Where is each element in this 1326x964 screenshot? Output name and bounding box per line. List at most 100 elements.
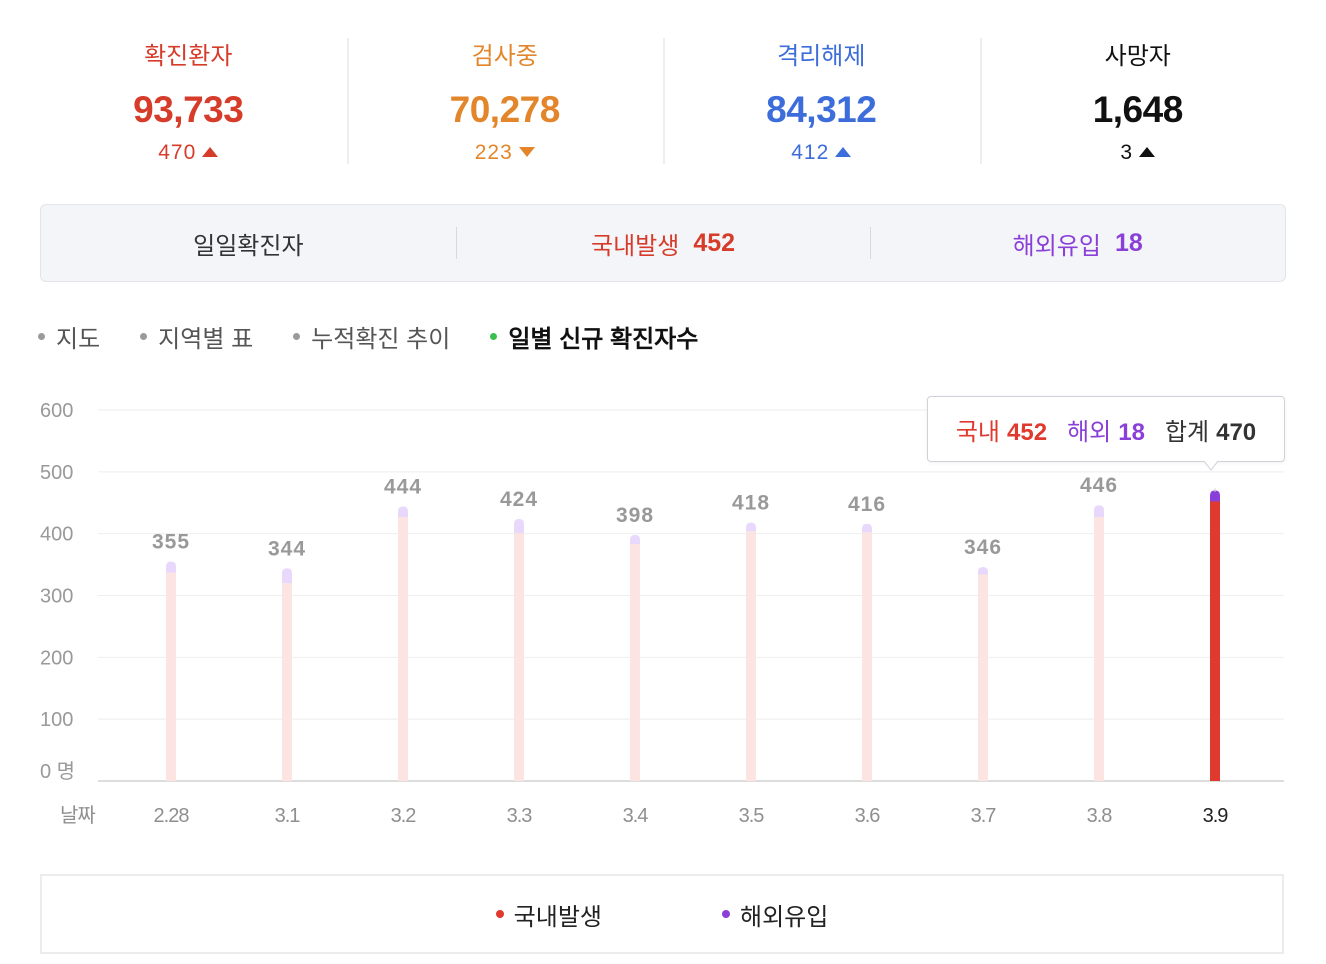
triangle-up-icon [202,147,219,157]
daily-overseas-label: 해외유입 [1012,232,1101,260]
view-tabs: 지도 지역별 표 누적확진 추이 일별 신규 확진자수 [38,318,738,354]
bullet-icon [490,332,498,340]
bar-domestic [1094,516,1104,781]
y-tick-label: 300 [40,586,73,608]
tab-map[interactable]: 지도 [38,319,100,354]
bar-overseas [1094,505,1104,517]
stat-confirmed-value: 93,733 [133,89,244,130]
x-tick-label: 3.6 [855,805,881,827]
tab-region-table[interactable]: 지역별 표 [140,319,253,354]
bar-domestic [166,572,176,781]
stat-testing-delta: 223 [347,140,664,166]
bar-value-label: 355 [152,530,190,553]
bar-value-label: 444 [384,475,422,498]
bullet-icon [38,332,45,340]
bar-overseas [282,568,292,584]
tab-cumulative-trend[interactable]: 누적확진 추이 [293,319,450,354]
bar-value-label: 344 [268,537,306,560]
y-tick-label: 100 [40,709,73,731]
x-tick-label: 3.4 [623,805,649,827]
daily-label-cell: 일일확진자 [41,205,456,281]
bar-value-label: 416 [848,493,886,516]
y-tick-label: 0 명 [40,760,75,783]
daily-domestic-value: 452 [693,228,736,257]
stat-released[interactable]: 격리해제 84,312 412 [663,36,980,166]
bar-overseas [978,567,988,575]
stat-deaths-delta: 3 [980,140,1297,166]
stat-released-value: 84,312 [766,89,877,130]
stat-confirmed-label: 확진환자 [144,43,233,70]
bar-value-label: 424 [500,488,538,511]
legend-overseas-label: 해외유입 [740,903,829,931]
tab-daily-new[interactable]: 일별 신규 확진자수 [490,319,698,354]
bar-domestic [514,533,524,781]
bar-domestic [630,544,640,781]
legend-item-domestic[interactable]: 국내발생 [495,897,602,932]
tooltip-total-value: 470 [1216,418,1257,446]
tooltip-pointer-icon [1204,461,1218,471]
bar-overseas [166,561,176,573]
bar-overseas [398,506,408,517]
x-tick-label: 3.3 [507,805,533,827]
x-axis-title: 날짜 [60,804,95,827]
legend-domestic-label: 국내발생 [513,903,602,931]
stat-deaths-value: 1,648 [1092,89,1184,130]
bar-value-label: 446 [1080,474,1118,497]
x-tick-label: 3.7 [971,805,997,827]
triangle-down-icon [518,147,535,157]
bar-domestic [862,532,872,781]
y-tick-label: 500 [40,462,73,484]
bar-overseas [514,518,524,534]
x-tick-label: 3.2 [391,805,417,827]
stat-deaths-label: 사망자 [1104,43,1171,70]
daily-confirmed-box: 일일확진자 국내발생 452 해외유입 18 [40,204,1286,282]
bar-value-label: 346 [964,536,1002,559]
tooltip-overseas: 해외 18 [1067,412,1145,447]
bar-overseas [1210,490,1220,502]
bar-domestic [978,574,988,781]
legend-dot-icon [495,910,504,918]
y-tick-label: 600 [40,400,73,422]
daily-domestic-cell: 국내발생 452 [455,205,871,281]
bar-domestic [746,531,756,781]
triangle-up-icon [1139,147,1156,157]
triangle-up-icon [835,147,852,157]
tooltip-domestic-label: 국내 [955,418,1001,446]
stat-confirmed[interactable]: 확진환자 93,733 470 [30,36,347,166]
y-tick-label: 200 [40,647,73,669]
legend-item-overseas[interactable]: 해외유입 [722,897,828,932]
bullet-icon [140,332,148,340]
bullet-icon [293,332,301,340]
stat-released-delta: 412 [663,140,980,166]
tooltip-total: 합계 470 [1165,412,1256,447]
tab-region-table-label: 지역별 표 [158,325,254,353]
chart-legend: 국내발생 해외유입 [40,874,1284,954]
stat-released-label: 격리해제 [777,43,866,70]
bar-value-label: 398 [616,504,654,527]
daily-overseas-value: 18 [1114,228,1143,257]
daily-overseas-cell: 해외유입 18 [870,205,1285,281]
stat-testing-label: 검사중 [471,43,538,70]
tooltip-domestic-value: 452 [1007,418,1048,446]
x-tick-label: 2.28 [154,805,190,827]
daily-domestic-label: 국내발생 [590,232,680,260]
tooltip-total-label: 합계 [1164,418,1210,446]
tooltip-overseas-label: 해외 [1067,418,1112,446]
x-tick-label: 3.8 [1087,805,1113,827]
bar-overseas [746,522,756,532]
bar-domestic [398,516,408,781]
bar-value-label: 418 [732,492,770,515]
bar-overseas [630,534,640,545]
y-tick-label: 400 [40,524,73,546]
chart-tooltip: 국내 452 해외 18 합계 470 [927,396,1285,462]
daily-label: 일일확진자 [193,232,304,260]
legend-dot-icon [722,910,730,918]
stat-deaths[interactable]: 사망자 1,648 3 [979,36,1297,166]
stats-summary: 확진환자 93,733 470 검사중 70,278 223 격리해제 84,3… [30,36,1296,166]
tab-cumulative-trend-label: 누적확진 추이 [311,325,451,353]
tab-map-label: 지도 [56,325,101,353]
stat-testing[interactable]: 검사중 70,278 223 [346,36,664,166]
x-tick-label: 3.1 [275,805,301,827]
bar-domestic [1210,501,1220,781]
tab-daily-new-label: 일별 신규 확진자수 [508,325,699,353]
